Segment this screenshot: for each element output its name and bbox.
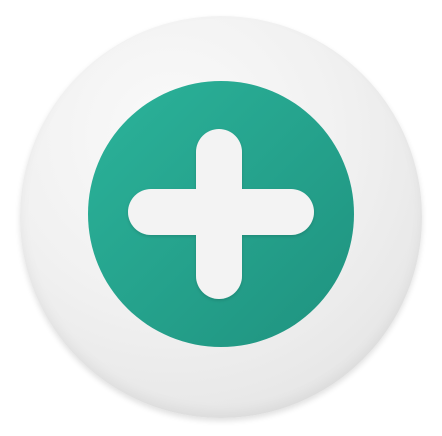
app-icon-circle xyxy=(88,81,354,347)
plus-icon xyxy=(88,81,354,347)
app-icon-canvas xyxy=(0,0,442,436)
